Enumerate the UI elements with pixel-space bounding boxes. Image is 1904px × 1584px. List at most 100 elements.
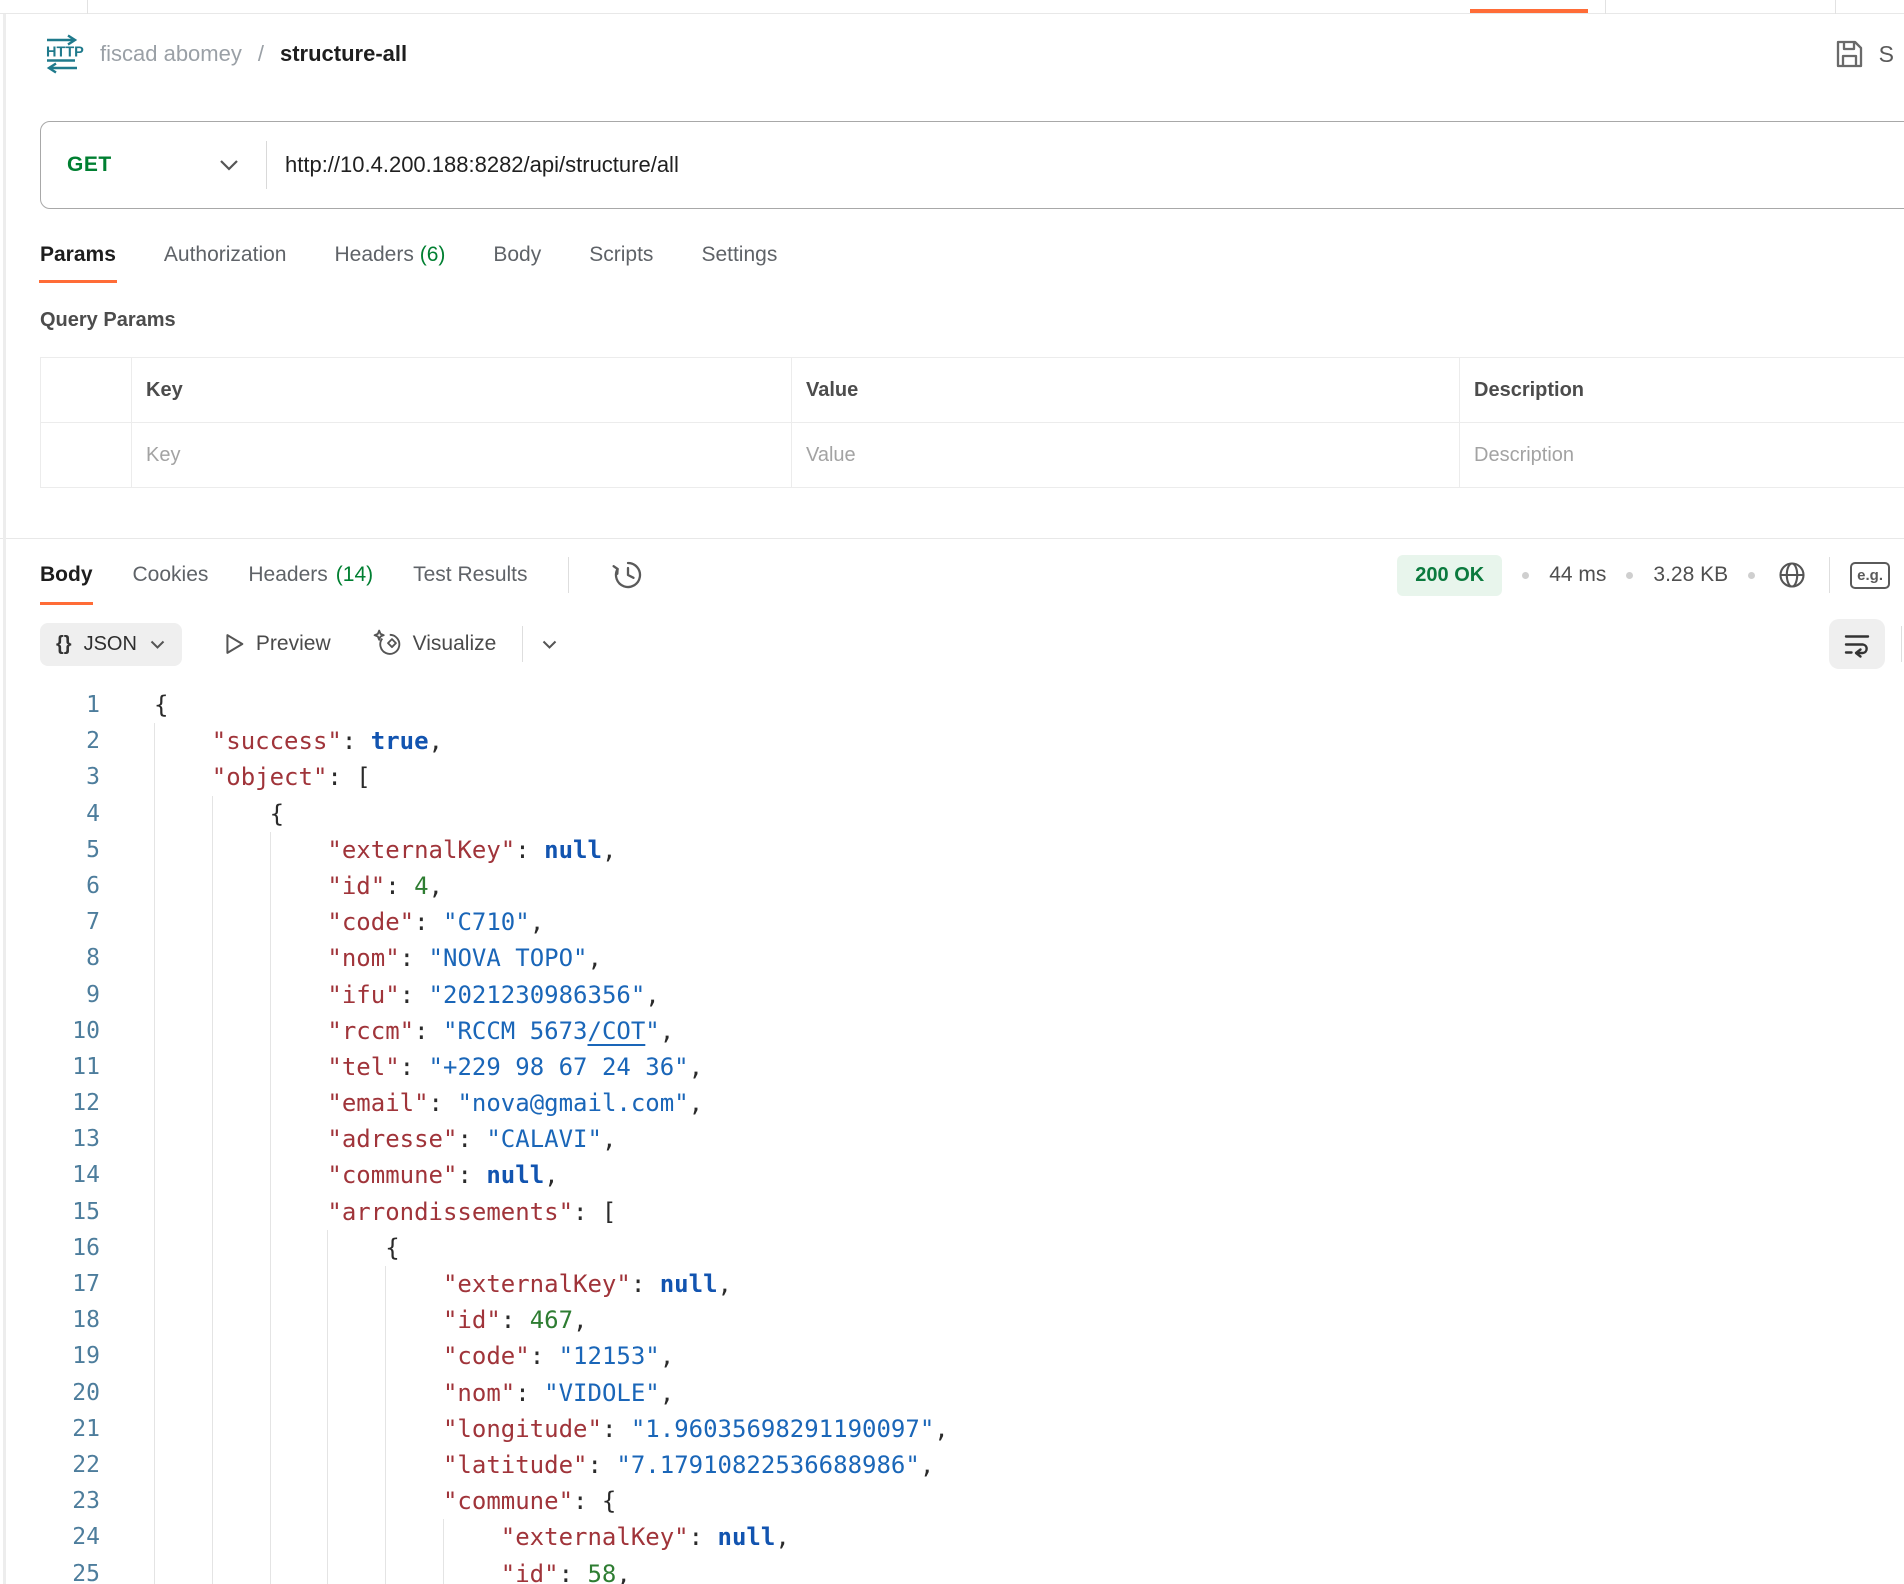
indent-guide — [212, 868, 213, 904]
tab-settings[interactable]: Settings — [701, 239, 777, 283]
indent-guide — [154, 1049, 155, 1085]
indent-guide — [154, 1121, 155, 1157]
globe-network-icon[interactable] — [1775, 558, 1809, 592]
indent-guide — [327, 1230, 328, 1266]
value-column-header: Value — [792, 358, 1460, 422]
line-number: 18 — [0, 1302, 100, 1338]
indent-guide — [270, 1519, 271, 1555]
breadcrumb: HTTP fiscad abomey / structure-all — [40, 32, 407, 76]
code-line: 18"id": 467, — [0, 1302, 1904, 1338]
tab-scripts[interactable]: Scripts — [589, 239, 653, 283]
tab-divider — [87, 0, 88, 14]
visualize-wand-icon — [373, 629, 403, 659]
tab-params[interactable]: Params — [40, 239, 116, 283]
line-number: 25 — [0, 1556, 100, 1584]
indent-guide — [327, 1556, 328, 1584]
indent-guide — [154, 977, 155, 1013]
response-tab-test-results[interactable]: Test Results — [413, 539, 527, 611]
save-button[interactable]: S — [1833, 38, 1894, 70]
line-number: 8 — [0, 940, 100, 976]
indent-guide — [212, 1302, 213, 1338]
indent-guide — [385, 1519, 386, 1555]
select-column-header — [41, 358, 132, 422]
indent-guide — [385, 1338, 386, 1374]
save-icon — [1833, 38, 1865, 70]
indent-guide — [270, 1302, 271, 1338]
status-badge[interactable]: 200 OK — [1397, 555, 1502, 596]
tab-authorization[interactable]: Authorization — [164, 239, 287, 283]
indent-guide — [154, 759, 155, 795]
indent-guide — [443, 1519, 444, 1555]
indent-guide — [385, 1447, 386, 1483]
indent-guide — [327, 1447, 328, 1483]
indent-guide — [212, 1013, 213, 1049]
query-params-title: Query Params — [40, 309, 1904, 337]
panel-left-edge — [3, 14, 6, 1584]
line-number: 2 — [0, 723, 100, 759]
wrap-text-button[interactable] — [1829, 619, 1885, 669]
indent-guide — [270, 977, 271, 1013]
indent-guide — [327, 1483, 328, 1519]
breadcrumb-collection[interactable]: fiscad abomey — [100, 41, 242, 67]
tab-headers[interactable]: Headers (6) — [334, 239, 445, 283]
divider — [1829, 557, 1830, 593]
url-input[interactable] — [267, 152, 1904, 178]
param-description-input[interactable] — [1474, 444, 1890, 467]
indent-guide — [270, 1556, 271, 1584]
indent-guide — [385, 1411, 386, 1447]
code-line: 14"commune": null, — [0, 1157, 1904, 1193]
indent-guide — [154, 1266, 155, 1302]
chevron-down-icon[interactable] — [541, 639, 558, 650]
indent-guide — [212, 1483, 213, 1519]
indent-guide — [212, 1230, 213, 1266]
indent-guide — [154, 1230, 155, 1266]
indent-guide — [270, 1230, 271, 1266]
wrap-text-icon — [1842, 629, 1872, 659]
response-tab-body[interactable]: Body — [40, 539, 93, 611]
code-line: 10"rccm": "RCCM 5673/COT", — [0, 1013, 1904, 1049]
code-line: 3"object": [ — [0, 759, 1904, 795]
code-line: 7"code": "C710", — [0, 904, 1904, 940]
request-header: HTTP fiscad abomey / structure-all S — [0, 14, 1904, 94]
format-dropdown[interactable]: {} JSON — [40, 623, 182, 666]
indent-guide — [327, 1302, 328, 1338]
line-number: 11 — [0, 1049, 100, 1085]
indent-guide — [212, 977, 213, 1013]
method-selector[interactable]: GET — [41, 122, 266, 208]
dot-separator — [1522, 572, 1529, 579]
code-line: 22"latitude": "7.17910822536688986", — [0, 1447, 1904, 1483]
line-number: 15 — [0, 1194, 100, 1230]
tab-body[interactable]: Body — [493, 239, 541, 283]
preview-button[interactable]: Preview — [220, 631, 331, 657]
code-line: 21"longitude": "1.96035698291190097", — [0, 1411, 1904, 1447]
indent-guide — [270, 1411, 271, 1447]
indent-guide — [212, 940, 213, 976]
line-number: 16 — [0, 1230, 100, 1266]
line-number: 1 — [0, 687, 100, 723]
indent-guide — [212, 1121, 213, 1157]
indent-guide — [154, 904, 155, 940]
param-key-input[interactable] — [146, 444, 777, 467]
visualize-button[interactable]: Visualize — [373, 629, 497, 659]
line-number: 20 — [0, 1375, 100, 1411]
history-icon[interactable] — [609, 556, 647, 594]
indent-guide — [270, 832, 271, 868]
indent-guide — [270, 1121, 271, 1157]
response-tab-cookies[interactable]: Cookies — [133, 539, 209, 611]
response-time[interactable]: 44 ms — [1549, 563, 1606, 587]
code-editor[interactable]: 1{2"success": true,3"object": [4{5"exter… — [0, 687, 1904, 1584]
save-as-example-icon[interactable]: e.g. — [1850, 562, 1890, 589]
response-tab-headers[interactable]: Headers(14) — [248, 539, 373, 611]
response-size[interactable]: 3.28 KB — [1653, 563, 1728, 587]
line-number: 10 — [0, 1013, 100, 1049]
braces-icon: {} — [56, 633, 72, 656]
indent-guide — [385, 1483, 386, 1519]
indent-guide — [212, 1157, 213, 1193]
code-line: 17"externalKey": null, — [0, 1266, 1904, 1302]
breadcrumb-request-name[interactable]: structure-all — [280, 41, 407, 67]
indent-guide — [154, 1519, 155, 1555]
indent-guide — [154, 1375, 155, 1411]
param-value-input[interactable] — [806, 444, 1445, 467]
save-label: S — [1879, 41, 1894, 68]
line-number: 5 — [0, 832, 100, 868]
